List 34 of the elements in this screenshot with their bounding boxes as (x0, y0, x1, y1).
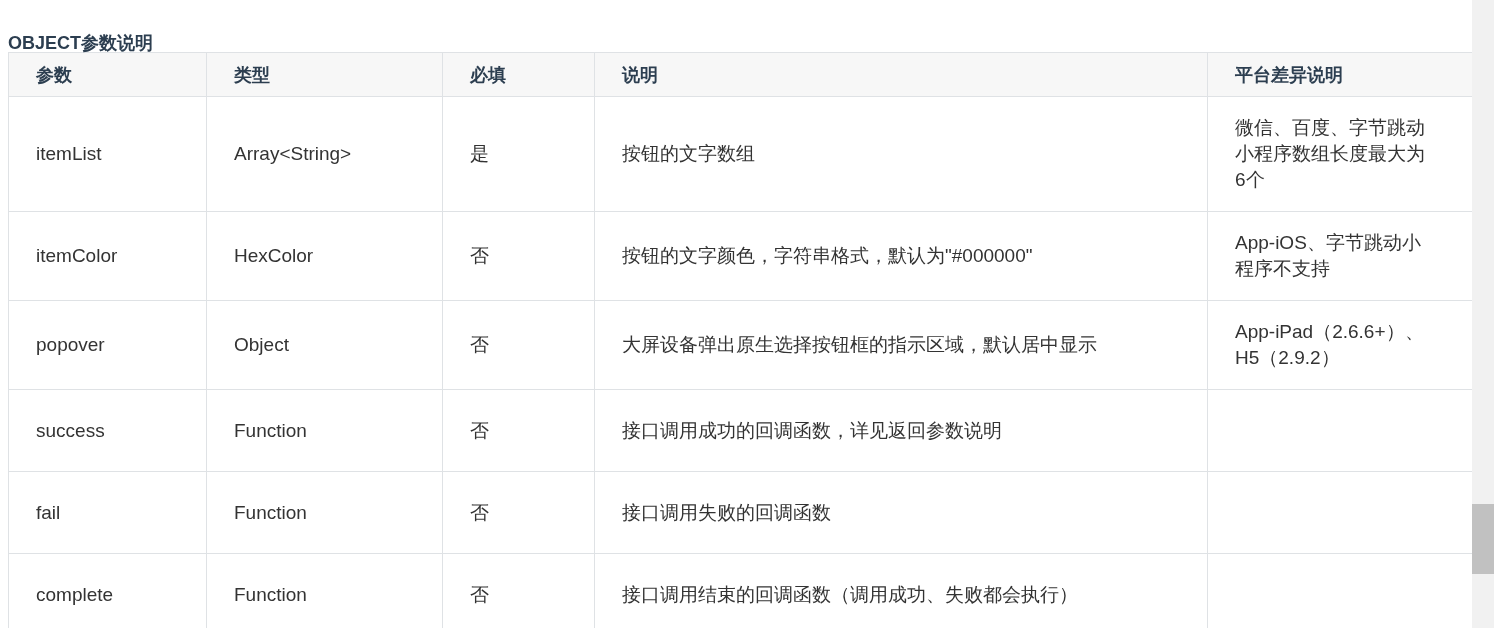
table-cell: App-iOS、字节跳动小程序不支持 (1235, 232, 1421, 279)
section-heading: OBJECT参数说明 (8, 32, 154, 52)
table-cell: 否 (470, 334, 489, 355)
table-cell: popover (36, 334, 105, 355)
table-cell: 接口调用失败的回调函数 (622, 501, 831, 523)
table-cell: complete (36, 583, 114, 605)
table-cell: HexColor (234, 245, 314, 266)
table-cell: success (36, 419, 105, 441)
scrollbar[interactable] (1472, 0, 1494, 628)
table-cell: 否 (470, 419, 489, 441)
table-cell: 接口调用结束的回调函数（调用成功、失败都会执行） (622, 583, 1078, 605)
table-cell: 否 (470, 583, 489, 605)
column-header: 参数 (8, 52, 207, 97)
table-cell: Function (234, 583, 307, 605)
scrollbar-thumb[interactable] (1472, 504, 1494, 574)
table-cell: 按钮的文字数组 (622, 143, 755, 164)
column-header: 类型 (206, 52, 443, 97)
table-cell: Object (234, 334, 289, 355)
table-cell: App-iPad（2.6.6+）、H5（2.9.2） (1235, 321, 1424, 368)
table-cell: 大屏设备弹出原生选择按钮框的指示区域，默认居中显示 (622, 334, 1097, 355)
table-cell: 微信、百度、字节跳动小程序数组长度最大为6个 (1235, 117, 1425, 190)
table-cell: Array<String> (234, 143, 352, 164)
table-cell: itemColor (36, 245, 118, 266)
table-cell: 接口调用成功的回调函数，详见返回参数说明 (622, 419, 1002, 441)
table-cell: fail (36, 501, 61, 523)
table-cell: 是 (470, 143, 489, 164)
table-cell: itemList (36, 143, 102, 164)
table-cell: 否 (470, 501, 489, 523)
table-cell: 按钮的文字颜色，字符串格式，默认为"#000000" (622, 245, 1033, 266)
table-cell: Function (234, 501, 307, 523)
column-header: 必填 (442, 52, 595, 97)
table-cell: 否 (470, 245, 489, 266)
table-cell: Function (234, 419, 307, 441)
column-header: 说明 (594, 52, 1208, 97)
